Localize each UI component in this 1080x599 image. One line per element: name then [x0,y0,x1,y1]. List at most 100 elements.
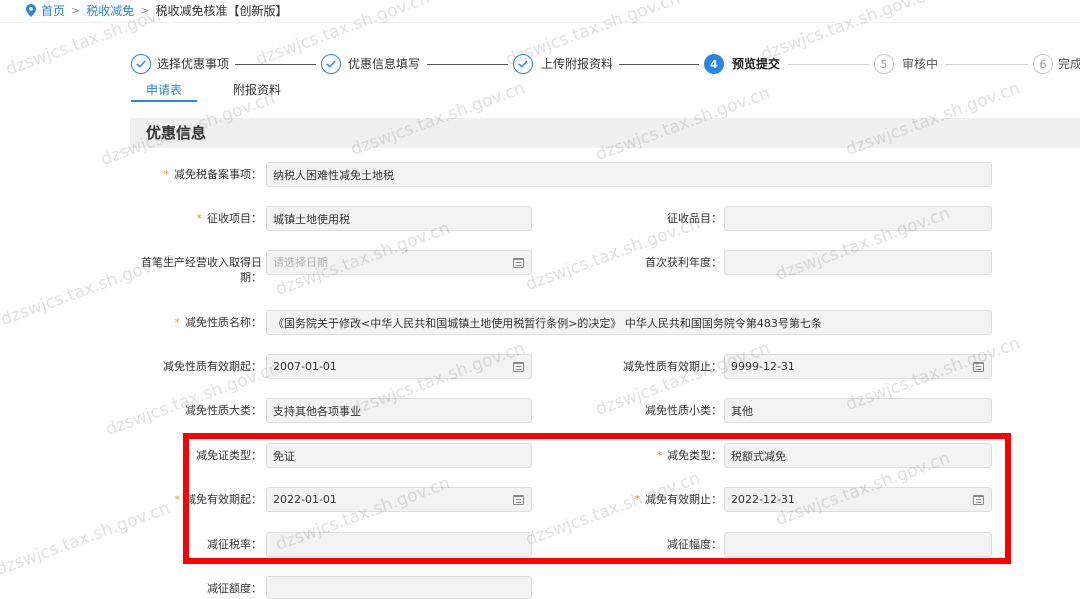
reduction-range-input[interactable] [725,533,991,556]
required-mark: * [634,493,641,506]
required-mark: * [196,212,203,225]
app-window: 首页 > 税收减免 > 税收减免核准【创新版】 选择优惠事项 优惠信息填写 上传… [0,0,1080,599]
levy-item-label: * 征收项目： [100,206,263,231]
breadcrumb-separator: > [140,4,150,17]
relief-type-label-text: 减免类型： [667,449,722,462]
breadcrumb: 首页 > 税收减免 > 税收减免核准【创新版】 [26,2,287,19]
reduction-amount-input[interactable] [267,577,531,598]
relief-nature-subcategory-input[interactable] [725,399,991,422]
certificate-type-label-text: 减免证类型： [196,449,262,462]
section-title: 优惠信息 [146,124,207,142]
first-income-date-label: 首笔生产经营收入取得日期： [141,256,262,284]
step-connector [945,64,1028,65]
form-row: * 减免税备案事项： [0,162,1080,187]
header-divider [0,22,1080,23]
form-row: 减征额度： [0,576,1080,599]
step-connector [619,64,699,65]
form-row: * 减免性质名称： [0,310,1080,335]
step-4-indicator: 4 [704,54,724,74]
reduction-rate-label: 减征税率： [207,538,262,551]
filing-item-input[interactable] [267,163,991,186]
required-mark: * [174,316,181,329]
relief-nature-subcategory-label: 减免性质小类： [645,404,722,417]
levy-subitem-input[interactable] [725,207,991,230]
first-profit-year-field [724,250,992,275]
levy-item-input[interactable] [267,207,531,230]
step-6-label: 完成 [1058,57,1080,71]
relief-nature-name-label-text: 减免性质名称： [185,316,262,329]
first-profit-year-label: 首次获利年度： [645,256,722,269]
levy-item-label-text: 征收项目： [207,212,262,225]
calendar-icon[interactable] [513,495,524,505]
reduction-amount-label: 减征额度： [207,582,262,595]
reduction-range-label: 减征幅度： [667,538,722,551]
certificate-type-field [266,443,532,468]
step-connector [235,64,316,65]
filing-item-field [266,162,992,187]
relief-type-label: * 减免类型： [560,443,723,468]
relief-nature-name-input[interactable] [267,311,991,334]
watermark-text: dzswjcs.tax.sh.gov.cn [758,0,938,65]
filing-item-label-text: 减免税备案事项： [174,168,262,181]
levy-subitem-label: 征收品目： [667,212,722,225]
step-3-indicator [513,54,533,74]
relief-nature-subcategory-field [724,398,992,423]
tab-application-form[interactable]: 申请表 [131,80,197,102]
relief-nature-category-input[interactable] [267,399,531,422]
relief-start-label: * 减免有效期起： [100,487,263,512]
relief-start-label-text: 减免有效期起： [185,493,262,506]
form-row: 减免性质有效期起： 减免性质有效期止： [0,354,1080,379]
step-4-label: 预览提交 [732,57,781,71]
relief-nature-category-field [266,398,532,423]
levy-item-field [266,206,532,231]
step-2-label: 优惠信息填写 [348,57,421,71]
step-6-indicator: 6 [1033,54,1053,74]
first-profit-year-input[interactable] [725,251,991,274]
step-3-label: 上传附报资料 [541,57,614,71]
step-1-label: 选择优惠事项 [157,57,230,71]
required-mark: * [656,449,663,462]
levy-subitem-field [724,206,992,231]
check-icon [326,60,336,68]
calendar-icon[interactable] [513,362,524,372]
step-connector [427,64,508,65]
calendar-icon[interactable] [973,362,984,372]
form-row: * 减免有效期起： * 减免有效期止： [0,487,1080,512]
location-pin-icon [26,4,36,17]
calendar-icon[interactable] [973,495,984,505]
relief-type-input[interactable] [725,444,991,467]
step-connector [788,64,869,65]
form-row: 减征税率： 减征幅度： [0,532,1080,557]
tab-attachments[interactable]: 附报资料 [217,80,297,102]
certificate-type-label: * 减免证类型： [100,443,263,468]
breadcrumb-separator: > [71,4,81,17]
first-income-date-field [266,250,532,275]
breadcrumb-tax-relief-link[interactable]: 税收减免 [86,2,134,19]
relief-nature-end-label: 减免性质有效期止： [623,360,722,373]
relief-end-input[interactable] [725,488,991,511]
relief-start-field [266,487,532,512]
calendar-icon[interactable] [513,258,524,268]
relief-nature-name-field [266,310,992,335]
filing-item-label: * 减免税备案事项： [100,162,263,187]
reduction-amount-field [266,576,532,599]
check-icon [136,60,146,68]
form-row: * 征收项目： 征收品目： [0,206,1080,231]
relief-nature-start-input[interactable] [267,355,531,378]
required-mark: * [174,493,181,506]
step-1-indicator [131,54,151,74]
step-5-label: 审核中 [902,57,939,71]
relief-type-field [724,443,992,468]
relief-start-input[interactable] [267,488,531,511]
relief-nature-end-input[interactable] [725,355,991,378]
relief-nature-start-field [266,354,532,379]
certificate-type-input[interactable] [267,444,531,467]
form-row: * 减免证类型： * 减免类型： [0,443,1080,468]
required-mark: * [185,449,192,462]
breadcrumb-current: 税收减免核准【创新版】 [155,4,288,18]
first-income-date-input[interactable] [267,251,531,274]
relief-end-label-text: 减免有效期止： [645,493,722,506]
relief-nature-end-field [724,354,992,379]
reduction-rate-input[interactable] [267,533,531,556]
breadcrumb-home-link[interactable]: 首页 [41,2,65,19]
